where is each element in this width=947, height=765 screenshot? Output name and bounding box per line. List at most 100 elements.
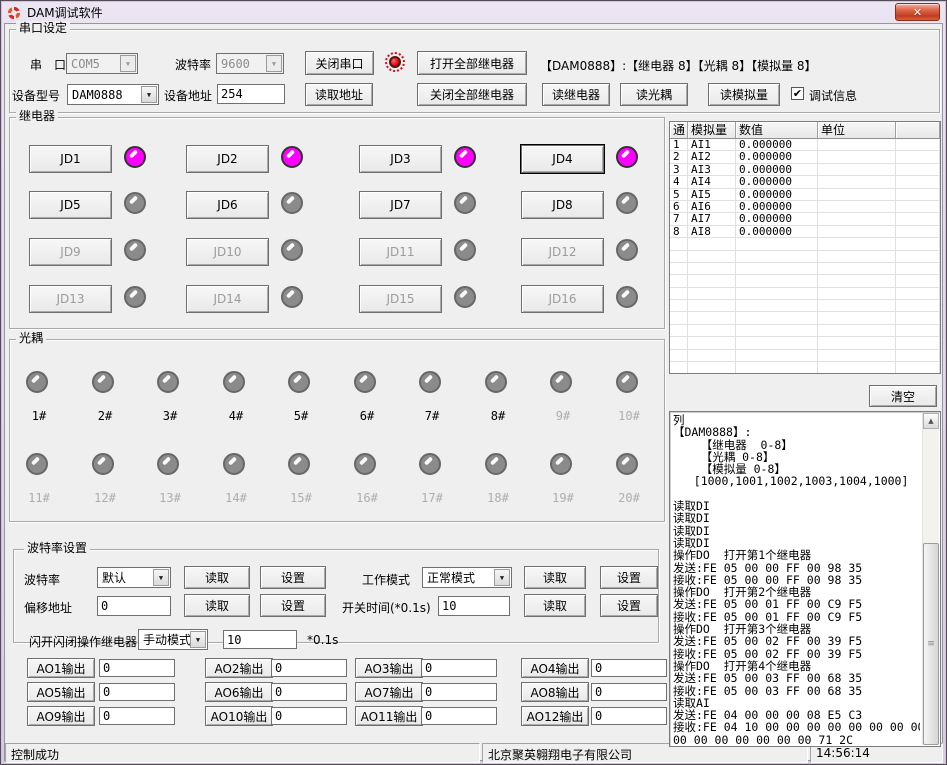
ao-button-11[interactable]: AO11输出 bbox=[355, 706, 423, 726]
opto-indicator-10 bbox=[616, 371, 638, 393]
log-line: 读取DI bbox=[673, 512, 920, 524]
relay-indicator-6 bbox=[281, 192, 303, 214]
scrollbar-thumb[interactable]: ≡ bbox=[923, 543, 939, 745]
relay-indicator-1 bbox=[124, 146, 146, 168]
ao-input-12[interactable] bbox=[591, 707, 667, 725]
opto-label-1: 1# bbox=[23, 409, 55, 423]
log-line: 【DAM0888】: bbox=[673, 426, 920, 438]
opto-label-6: 6# bbox=[351, 409, 383, 423]
opto-indicator-1 bbox=[26, 371, 48, 393]
opto-label-9: 9# bbox=[547, 409, 579, 423]
opto-label-15: 15# bbox=[285, 491, 317, 505]
ao-button-10[interactable]: AO10输出 bbox=[205, 706, 273, 726]
relay-indicator-3 bbox=[454, 146, 476, 168]
relay-indicator-12 bbox=[616, 239, 638, 261]
opto-label-14: 14# bbox=[220, 491, 252, 505]
ao-button-3[interactable]: AO3输出 bbox=[355, 658, 423, 678]
log-scrollbar[interactable]: ▲ ≡ bbox=[922, 413, 939, 745]
ao-button-5[interactable]: AO5输出 bbox=[27, 682, 95, 702]
ao-input-6[interactable] bbox=[271, 683, 347, 701]
relay-button-jd8[interactable]: JD8 bbox=[521, 191, 604, 219]
log-line: 接收:FE 04 10 00 00 00 00 00 00 00 00 00 bbox=[673, 721, 920, 733]
log-line: 接收:FE 05 00 03 FF 00 68 35 bbox=[673, 685, 920, 697]
opto-indicator-9 bbox=[550, 371, 572, 393]
opto-label-11: 11# bbox=[23, 491, 55, 505]
opto-indicator-5 bbox=[288, 371, 310, 393]
log-line: 00 00 00 00 00 00 00 71 2C bbox=[673, 734, 920, 745]
opto-indicator-20 bbox=[616, 453, 638, 475]
opto-indicator-19 bbox=[550, 453, 572, 475]
opto-indicator-6 bbox=[354, 371, 376, 393]
relay-indicator-15 bbox=[454, 286, 476, 308]
ao-input-8[interactable] bbox=[591, 683, 667, 701]
opto-indicator-15 bbox=[288, 453, 310, 475]
relay-button-jd9[interactable]: JD9 bbox=[29, 238, 112, 266]
relay-button-jd3[interactable]: JD3 bbox=[359, 145, 442, 173]
ao-button-2[interactable]: AO2输出 bbox=[205, 658, 273, 678]
opto-label-17: 17# bbox=[416, 491, 448, 505]
ao-button-1[interactable]: AO1输出 bbox=[27, 658, 95, 678]
log-line: 读取DI bbox=[673, 525, 920, 537]
log-content: 列【DAM0888】: 【继电器 0-8】 【光耦 0-8】 【模拟量 0-8】… bbox=[673, 414, 920, 745]
log-line bbox=[673, 488, 920, 500]
relay-button-jd13[interactable]: JD13 bbox=[29, 285, 112, 313]
relay-indicator-13 bbox=[124, 286, 146, 308]
log-line: 发送:FE 05 00 03 FF 00 68 35 bbox=[673, 672, 920, 684]
opto-indicator-11 bbox=[26, 453, 48, 475]
relay-button-jd5[interactable]: JD5 bbox=[29, 191, 112, 219]
relay-indicator-16 bbox=[616, 286, 638, 308]
opto-label-18: 18# bbox=[482, 491, 514, 505]
ao-input-1[interactable] bbox=[99, 659, 175, 677]
ao-button-6[interactable]: AO6输出 bbox=[205, 682, 273, 702]
ao-button-9[interactable]: AO9输出 bbox=[27, 706, 95, 726]
ao-input-7[interactable] bbox=[421, 683, 497, 701]
opto-label-10: 10# bbox=[613, 409, 645, 423]
relay-indicator-7 bbox=[454, 192, 476, 214]
relay-button-jd4[interactable]: JD4 bbox=[521, 145, 604, 173]
status-message: 控制成功 bbox=[5, 743, 480, 763]
opto-indicator-14 bbox=[223, 453, 245, 475]
relay-button-jd14[interactable]: JD14 bbox=[186, 285, 269, 313]
opto-indicator-13 bbox=[157, 453, 179, 475]
ao-input-4[interactable] bbox=[591, 659, 667, 677]
opto-label-19: 19# bbox=[547, 491, 579, 505]
relay-button-jd7[interactable]: JD7 bbox=[359, 191, 442, 219]
relay-indicator-8 bbox=[616, 192, 638, 214]
ao-input-5[interactable] bbox=[99, 683, 175, 701]
relay-button-jd6[interactable]: JD6 bbox=[186, 191, 269, 219]
opto-label-13: 13# bbox=[154, 491, 186, 505]
opto-indicator-2 bbox=[92, 371, 114, 393]
ao-input-11[interactable] bbox=[421, 707, 497, 725]
relay-button-jd15[interactable]: JD15 bbox=[359, 285, 442, 313]
opto-indicator-16 bbox=[354, 453, 376, 475]
relay-button-jd1[interactable]: JD1 bbox=[29, 145, 112, 173]
relay-indicator-10 bbox=[281, 239, 303, 261]
ao-button-7[interactable]: AO7输出 bbox=[355, 682, 423, 702]
relay-button-jd11[interactable]: JD11 bbox=[359, 238, 442, 266]
opto-indicator-8 bbox=[485, 371, 507, 393]
ao-button-12[interactable]: AO12输出 bbox=[521, 706, 589, 726]
ao-button-8[interactable]: AO8输出 bbox=[521, 682, 589, 702]
opto-indicator-12 bbox=[92, 453, 114, 475]
ao-input-3[interactable] bbox=[421, 659, 497, 677]
ao-button-4[interactable]: AO4输出 bbox=[521, 658, 589, 678]
ao-input-2[interactable] bbox=[271, 659, 347, 677]
log-line: 发送:FE 05 00 01 FF 00 C9 F5 bbox=[673, 598, 920, 610]
opto-label-12: 12# bbox=[89, 491, 121, 505]
ao-input-10[interactable] bbox=[271, 707, 347, 725]
relay-indicator-9 bbox=[124, 239, 146, 261]
relay-button-jd16[interactable]: JD16 bbox=[521, 285, 604, 313]
log-line: [1000,1001,1002,1003,1004,1000] bbox=[673, 475, 920, 487]
log-line: 发送:FE 05 00 00 FF 00 98 35 bbox=[673, 562, 920, 574]
relay-button-jd10[interactable]: JD10 bbox=[186, 238, 269, 266]
opto-indicator-18 bbox=[485, 453, 507, 475]
ao-input-9[interactable] bbox=[99, 707, 175, 725]
opto-label-2: 2# bbox=[89, 409, 121, 423]
log-line: 操作DO 打开第1个继电器 bbox=[673, 549, 920, 561]
opto-label-4: 4# bbox=[220, 409, 252, 423]
relay-indicator-11 bbox=[454, 239, 476, 261]
opto-indicator-3 bbox=[157, 371, 179, 393]
relay-button-jd12[interactable]: JD12 bbox=[521, 238, 604, 266]
scroll-up-icon[interactable]: ▲ bbox=[923, 413, 939, 429]
relay-button-jd2[interactable]: JD2 bbox=[186, 145, 269, 173]
